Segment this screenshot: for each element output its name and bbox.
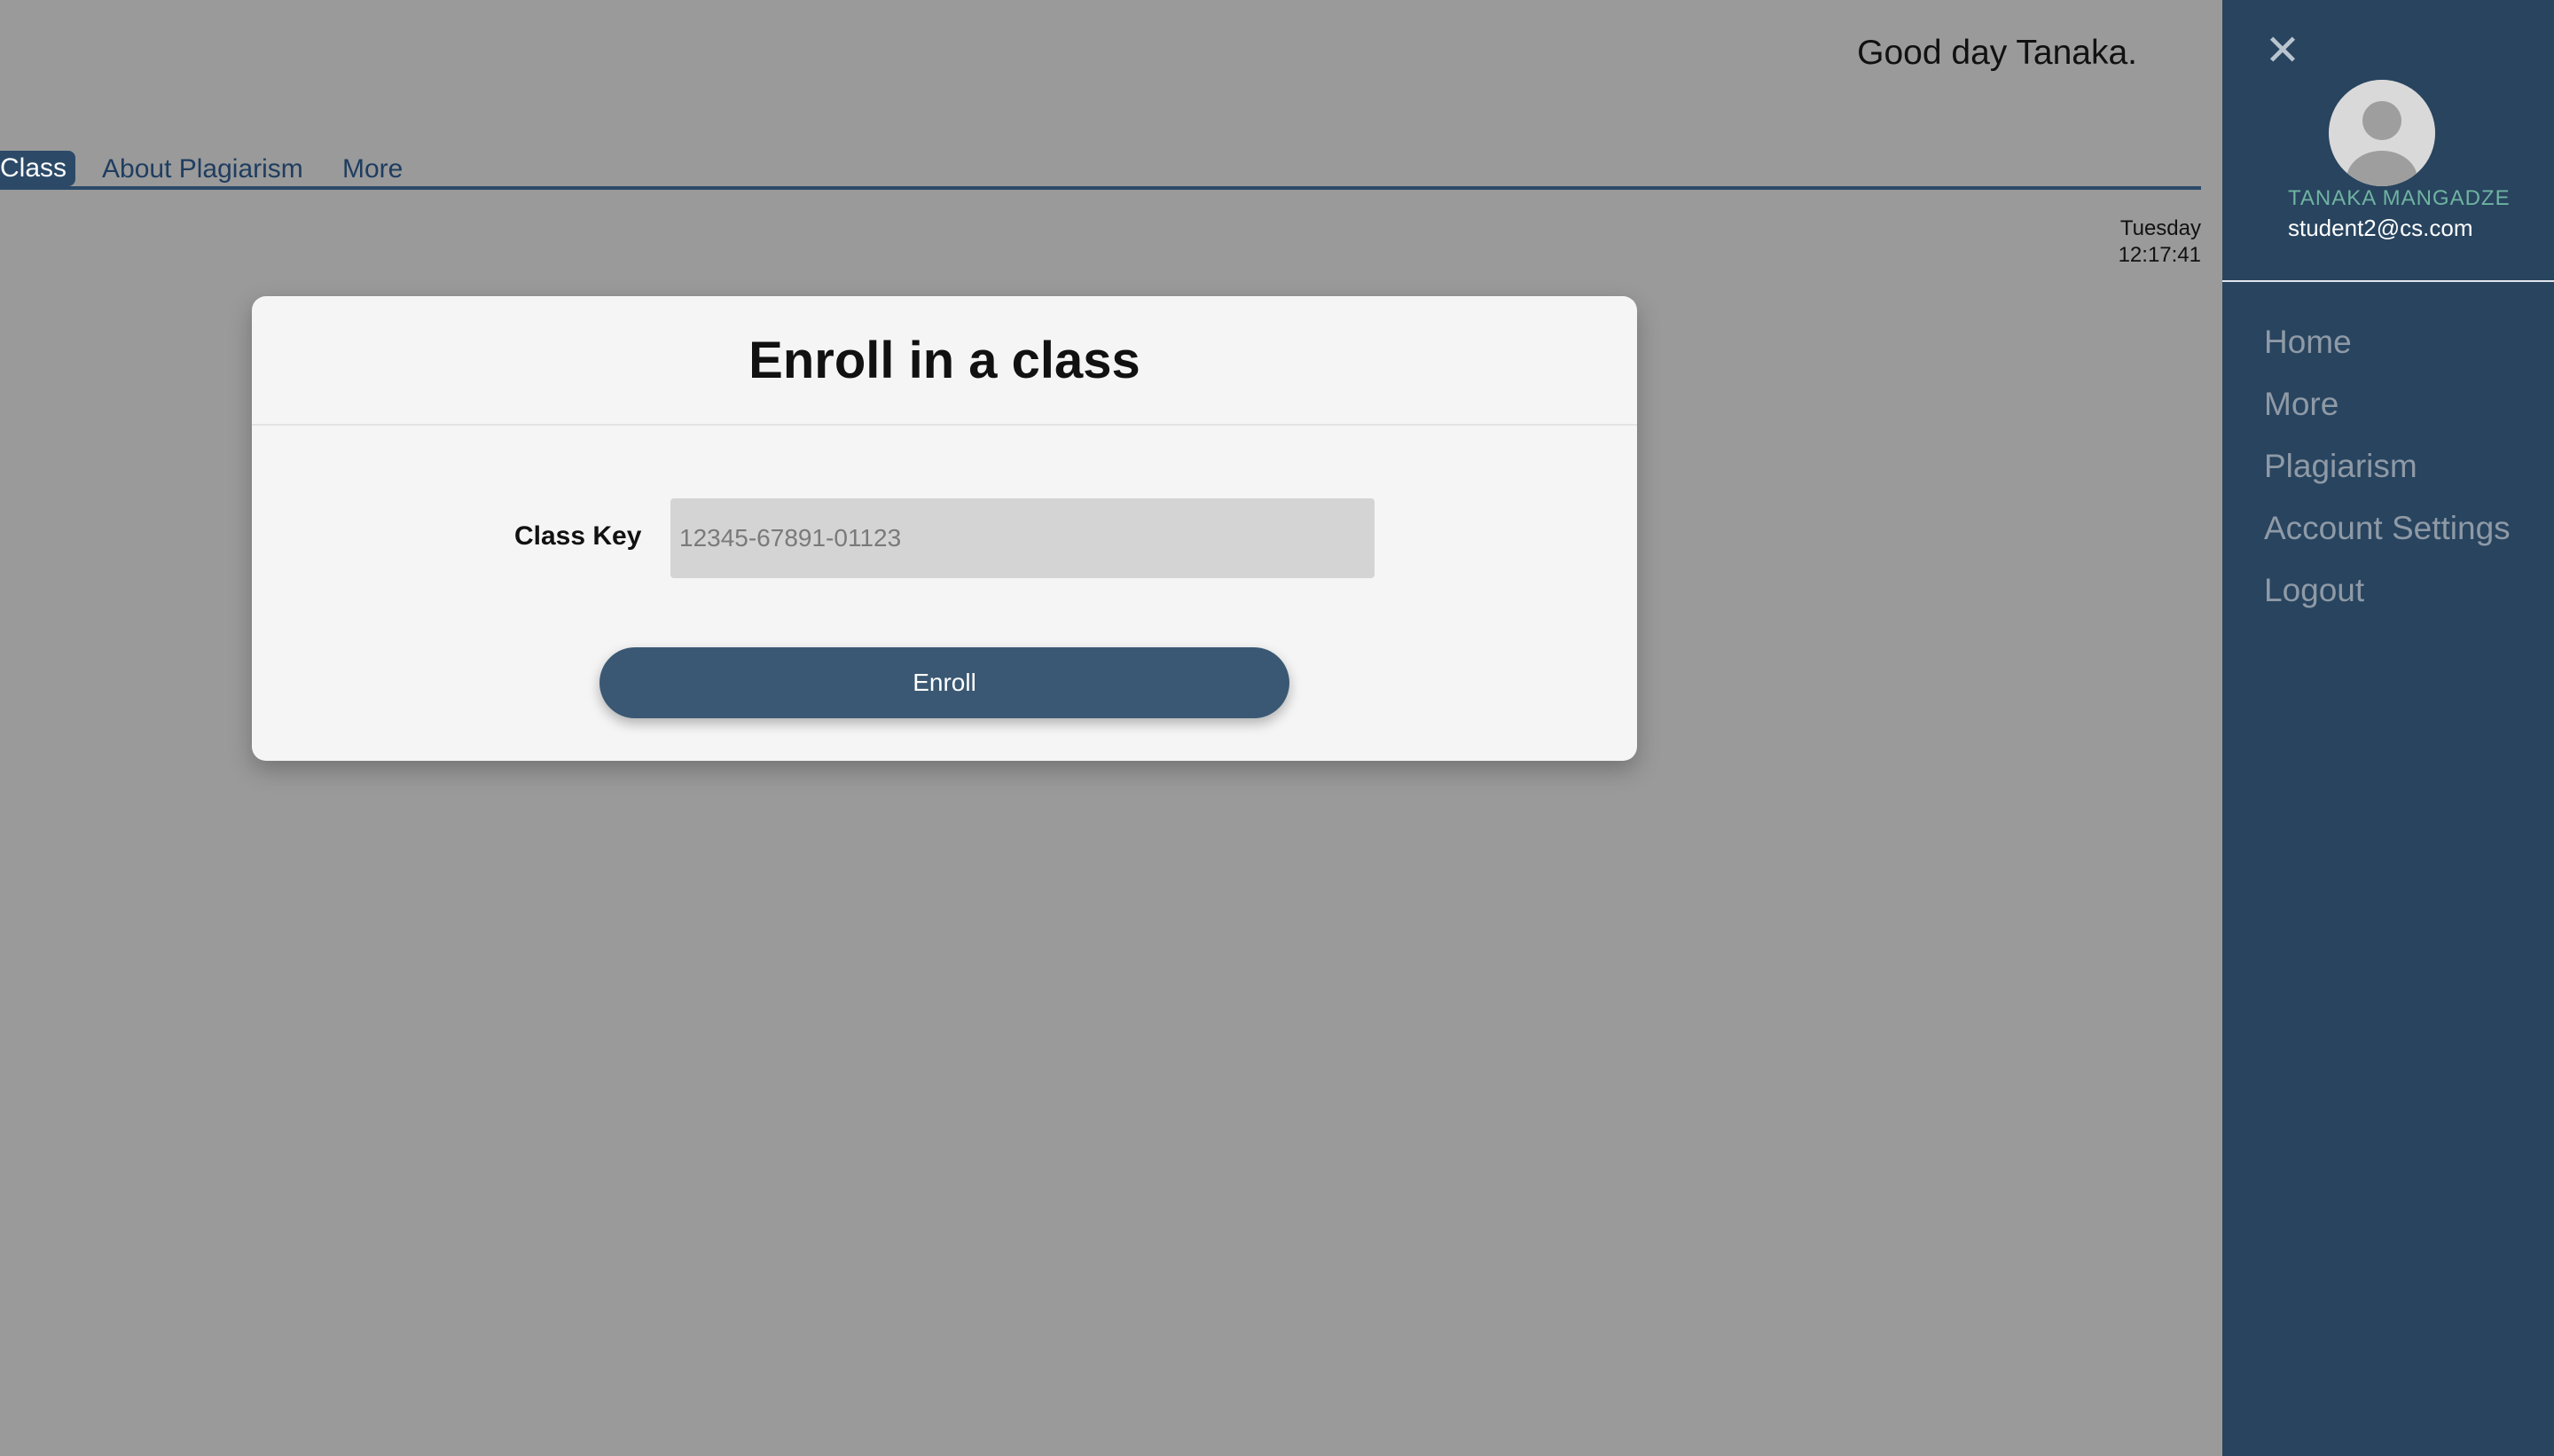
user-name: TANAKA MANGADZE	[2288, 186, 2511, 210]
tab-about-plagiarism[interactable]: About Plagiarism	[102, 154, 303, 184]
sidebar-item-account-settings[interactable]: Account Settings	[2264, 505, 2511, 568]
class-key-row: Class Key	[252, 498, 1637, 578]
tab-more[interactable]: More	[342, 154, 403, 184]
user-avatar-icon	[2329, 80, 2435, 186]
sidebar-item-more[interactable]: More	[2264, 381, 2511, 443]
sidebar: ✕ TANAKA MANGADZE student2@cs.com Home M…	[2222, 0, 2554, 1456]
sidebar-divider	[2222, 280, 2554, 282]
clock-day: Tuesday	[2119, 216, 2201, 240]
modal-header: Enroll in a class	[252, 296, 1637, 426]
enroll-modal: Enroll in a class Class Key Enroll	[252, 296, 1637, 761]
modal-title: Enroll in a class	[748, 331, 1140, 389]
tab-bar: Class About Plagiarism More	[0, 151, 2201, 190]
tab-class[interactable]: Class	[0, 151, 76, 186]
sidebar-item-home[interactable]: Home	[2264, 319, 2511, 381]
sidebar-menu: Home More Plagiarism Account Settings Lo…	[2264, 319, 2511, 630]
clock: Tuesday 12:17:41	[2040, 215, 2201, 269]
class-key-label: Class Key	[514, 521, 642, 551]
greeting-text: Good day Tanaka.	[1857, 34, 2137, 72]
close-icon[interactable]: ✕	[2258, 27, 2307, 76]
app-root: Good day Tanaka. Class About Plagiarism …	[0, 0, 2554, 1456]
clock-time: 12:17:41	[2118, 243, 2201, 267]
user-email: student2@cs.com	[2288, 215, 2473, 241]
enroll-button[interactable]: Enroll	[599, 647, 1289, 718]
sidebar-item-plagiarism[interactable]: Plagiarism	[2264, 443, 2511, 505]
sidebar-item-logout[interactable]: Logout	[2264, 568, 2511, 630]
class-key-input[interactable]	[670, 498, 1375, 578]
